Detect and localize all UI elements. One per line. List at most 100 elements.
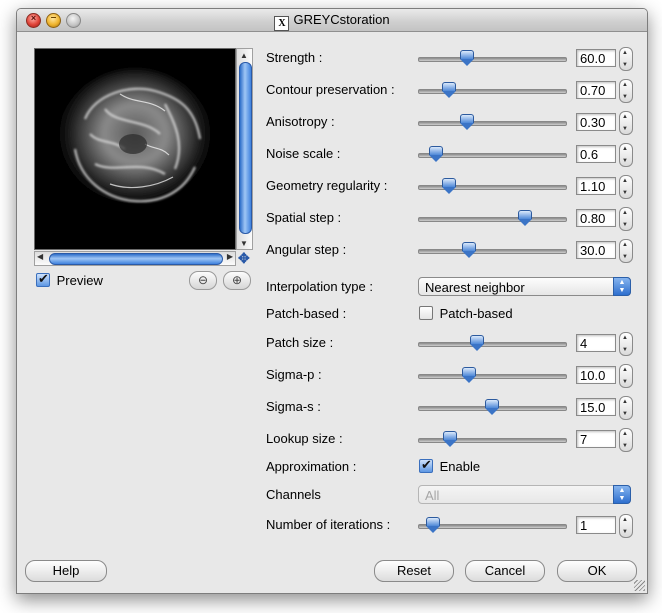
sigma-p-slider-thumb[interactable] (462, 367, 477, 383)
spatial-step-slider-track[interactable] (418, 217, 567, 222)
stepper-down-icon[interactable]: ▼ (622, 529, 628, 535)
contour-preservation-stepper[interactable]: ▲ ▼ (619, 79, 633, 103)
preview-checkbox[interactable] (36, 271, 50, 287)
stepper-down-icon[interactable]: ▼ (622, 347, 628, 353)
vertical-scroll-thumb[interactable] (239, 62, 252, 234)
stepper-up-icon[interactable]: ▲ (622, 367, 628, 373)
cancel-button[interactable]: Cancel (465, 560, 545, 582)
approximation-toggle[interactable]: Enable (419, 457, 480, 474)
lookup-size-slider-track[interactable] (418, 438, 567, 443)
reset-button[interactable]: Reset (374, 560, 454, 582)
sigma-s-stepper[interactable]: ▲ ▼ (619, 396, 633, 420)
interpolation-type-select[interactable]: Nearest neighbor ▲ ▼ (418, 277, 631, 296)
contour-preservation-slider-thumb[interactable] (441, 82, 456, 98)
noise-scale-stepper[interactable]: ▲ ▼ (619, 143, 633, 167)
strength-slider-track[interactable] (418, 57, 567, 62)
stepper-down-icon[interactable]: ▼ (622, 158, 628, 164)
sigma-p-value-field[interactable]: 10.0 (576, 366, 616, 384)
preview-image[interactable] (34, 48, 236, 250)
number-of-iterations-value-field[interactable]: 1 (576, 516, 616, 534)
scroll-up-icon[interactable]: ▲ (240, 51, 248, 60)
stepper-down-icon[interactable]: ▼ (622, 94, 628, 100)
patch-size-stepper[interactable]: ▲ ▼ (619, 332, 633, 356)
stepper-down-icon[interactable]: ▼ (622, 190, 628, 196)
number-of-iterations-label: Number of iterations : (266, 517, 391, 532)
stepper-up-icon[interactable]: ▲ (622, 335, 628, 341)
preview-horizontal-scrollbar[interactable]: ◀ ▶ (34, 251, 236, 266)
zoom-in-button[interactable]: ⊕ (223, 271, 251, 290)
navigate-icon[interactable]: ✥ (238, 251, 250, 265)
horizontal-scroll-thumb[interactable] (49, 253, 223, 265)
stepper-up-icon[interactable]: ▲ (622, 210, 628, 216)
stepper-down-icon[interactable]: ▼ (622, 254, 628, 260)
spatial-step-slider-thumb[interactable] (518, 210, 533, 226)
preview-vertical-scrollbar[interactable]: ▲ ▼ (236, 48, 253, 250)
preview-toggle[interactable]: Preview (36, 271, 103, 288)
stepper-up-icon[interactable]: ▲ (622, 399, 628, 405)
sigma-s-value-field[interactable]: 15.0 (576, 398, 616, 416)
sigma-s-label: Sigma-s : (266, 399, 321, 414)
stepper-down-icon[interactable]: ▼ (622, 222, 628, 228)
stepper-down-icon[interactable]: ▼ (622, 443, 628, 449)
patch-size-slider-thumb[interactable] (469, 335, 484, 351)
sigma-s-slider-thumb[interactable] (484, 399, 499, 415)
stepper-up-icon[interactable]: ▲ (622, 114, 628, 120)
contour-preservation-slider-track[interactable] (418, 89, 567, 94)
stepper-down-icon[interactable]: ▼ (622, 411, 628, 417)
stepper-up-icon[interactable]: ▲ (622, 242, 628, 248)
patch-size-slider-track[interactable] (418, 342, 567, 347)
sigma-p-slider-track[interactable] (418, 374, 567, 379)
channels-select[interactable]: All ▲ ▼ (418, 485, 631, 504)
scroll-left-icon[interactable]: ◀ (37, 252, 43, 261)
geometry-regularity-slider-thumb[interactable] (441, 178, 456, 194)
geometry-regularity-slider-track[interactable] (418, 185, 567, 190)
contour-preservation-value-field[interactable]: 0.70 (576, 81, 616, 99)
stepper-down-icon[interactable]: ▼ (622, 379, 628, 385)
strength-stepper[interactable]: ▲ ▼ (619, 47, 633, 71)
strength-slider-thumb[interactable] (459, 50, 474, 66)
title-bar[interactable]: × – X GREYCstoration (17, 9, 647, 32)
stepper-down-icon[interactable]: ▼ (622, 62, 628, 68)
resize-grip[interactable] (634, 580, 645, 591)
geometry-regularity-stepper[interactable]: ▲ ▼ (619, 175, 633, 199)
strength-value-field[interactable]: 60.0 (576, 49, 616, 67)
stepper-up-icon[interactable]: ▲ (622, 431, 628, 437)
lookup-size-stepper[interactable]: ▲ ▼ (619, 428, 633, 452)
patch-based-toggle[interactable]: Patch-based (419, 306, 513, 321)
interpolation-type-label: Interpolation type : (266, 279, 373, 294)
patch-based-checkbox[interactable] (419, 306, 433, 320)
zoom-out-button[interactable]: ⊖ (189, 271, 217, 290)
stepper-down-icon[interactable]: ▼ (622, 126, 628, 132)
angular-step-value-field[interactable]: 30.0 (576, 241, 616, 259)
number-of-iterations-slider-thumb[interactable] (425, 517, 440, 533)
patch-size-value-field[interactable]: 4 (576, 334, 616, 352)
angular-step-stepper[interactable]: ▲ ▼ (619, 239, 633, 263)
spatial-step-stepper[interactable]: ▲ ▼ (619, 207, 633, 231)
angular-step-slider-track[interactable] (418, 249, 567, 254)
number-of-iterations-stepper[interactable]: ▲ ▼ (619, 514, 633, 538)
sigma-p-stepper[interactable]: ▲ ▼ (619, 364, 633, 388)
scroll-down-icon[interactable]: ▼ (240, 239, 248, 248)
help-button[interactable]: Help (25, 560, 107, 582)
lookup-size-slider-thumb[interactable] (443, 431, 458, 447)
stepper-up-icon[interactable]: ▲ (622, 517, 628, 523)
stepper-up-icon[interactable]: ▲ (622, 82, 628, 88)
lookup-size-value-field[interactable]: 7 (576, 430, 616, 448)
anisotropy-value-field[interactable]: 0.30 (576, 113, 616, 131)
anisotropy-slider-track[interactable] (418, 121, 567, 126)
anisotropy-stepper[interactable]: ▲ ▼ (619, 111, 633, 135)
noise-scale-value-field[interactable]: 0.6 (576, 145, 616, 163)
spatial-step-value-field[interactable]: 0.80 (576, 209, 616, 227)
stepper-up-icon[interactable]: ▲ (622, 50, 628, 56)
anisotropy-slider-thumb[interactable] (459, 114, 474, 130)
stepper-up-icon[interactable]: ▲ (622, 178, 628, 184)
geometry-regularity-value-field[interactable]: 1.10 (576, 177, 616, 195)
angular-step-slider-thumb[interactable] (462, 242, 477, 258)
approximation-checkbox[interactable] (419, 457, 433, 473)
number-of-iterations-slider-track[interactable] (418, 524, 567, 529)
ok-button[interactable]: OK (557, 560, 637, 582)
zoom-out-icon: ⊖ (197, 273, 209, 287)
noise-scale-slider-thumb[interactable] (428, 146, 443, 162)
scroll-right-icon[interactable]: ▶ (227, 252, 233, 261)
stepper-up-icon[interactable]: ▲ (622, 146, 628, 152)
